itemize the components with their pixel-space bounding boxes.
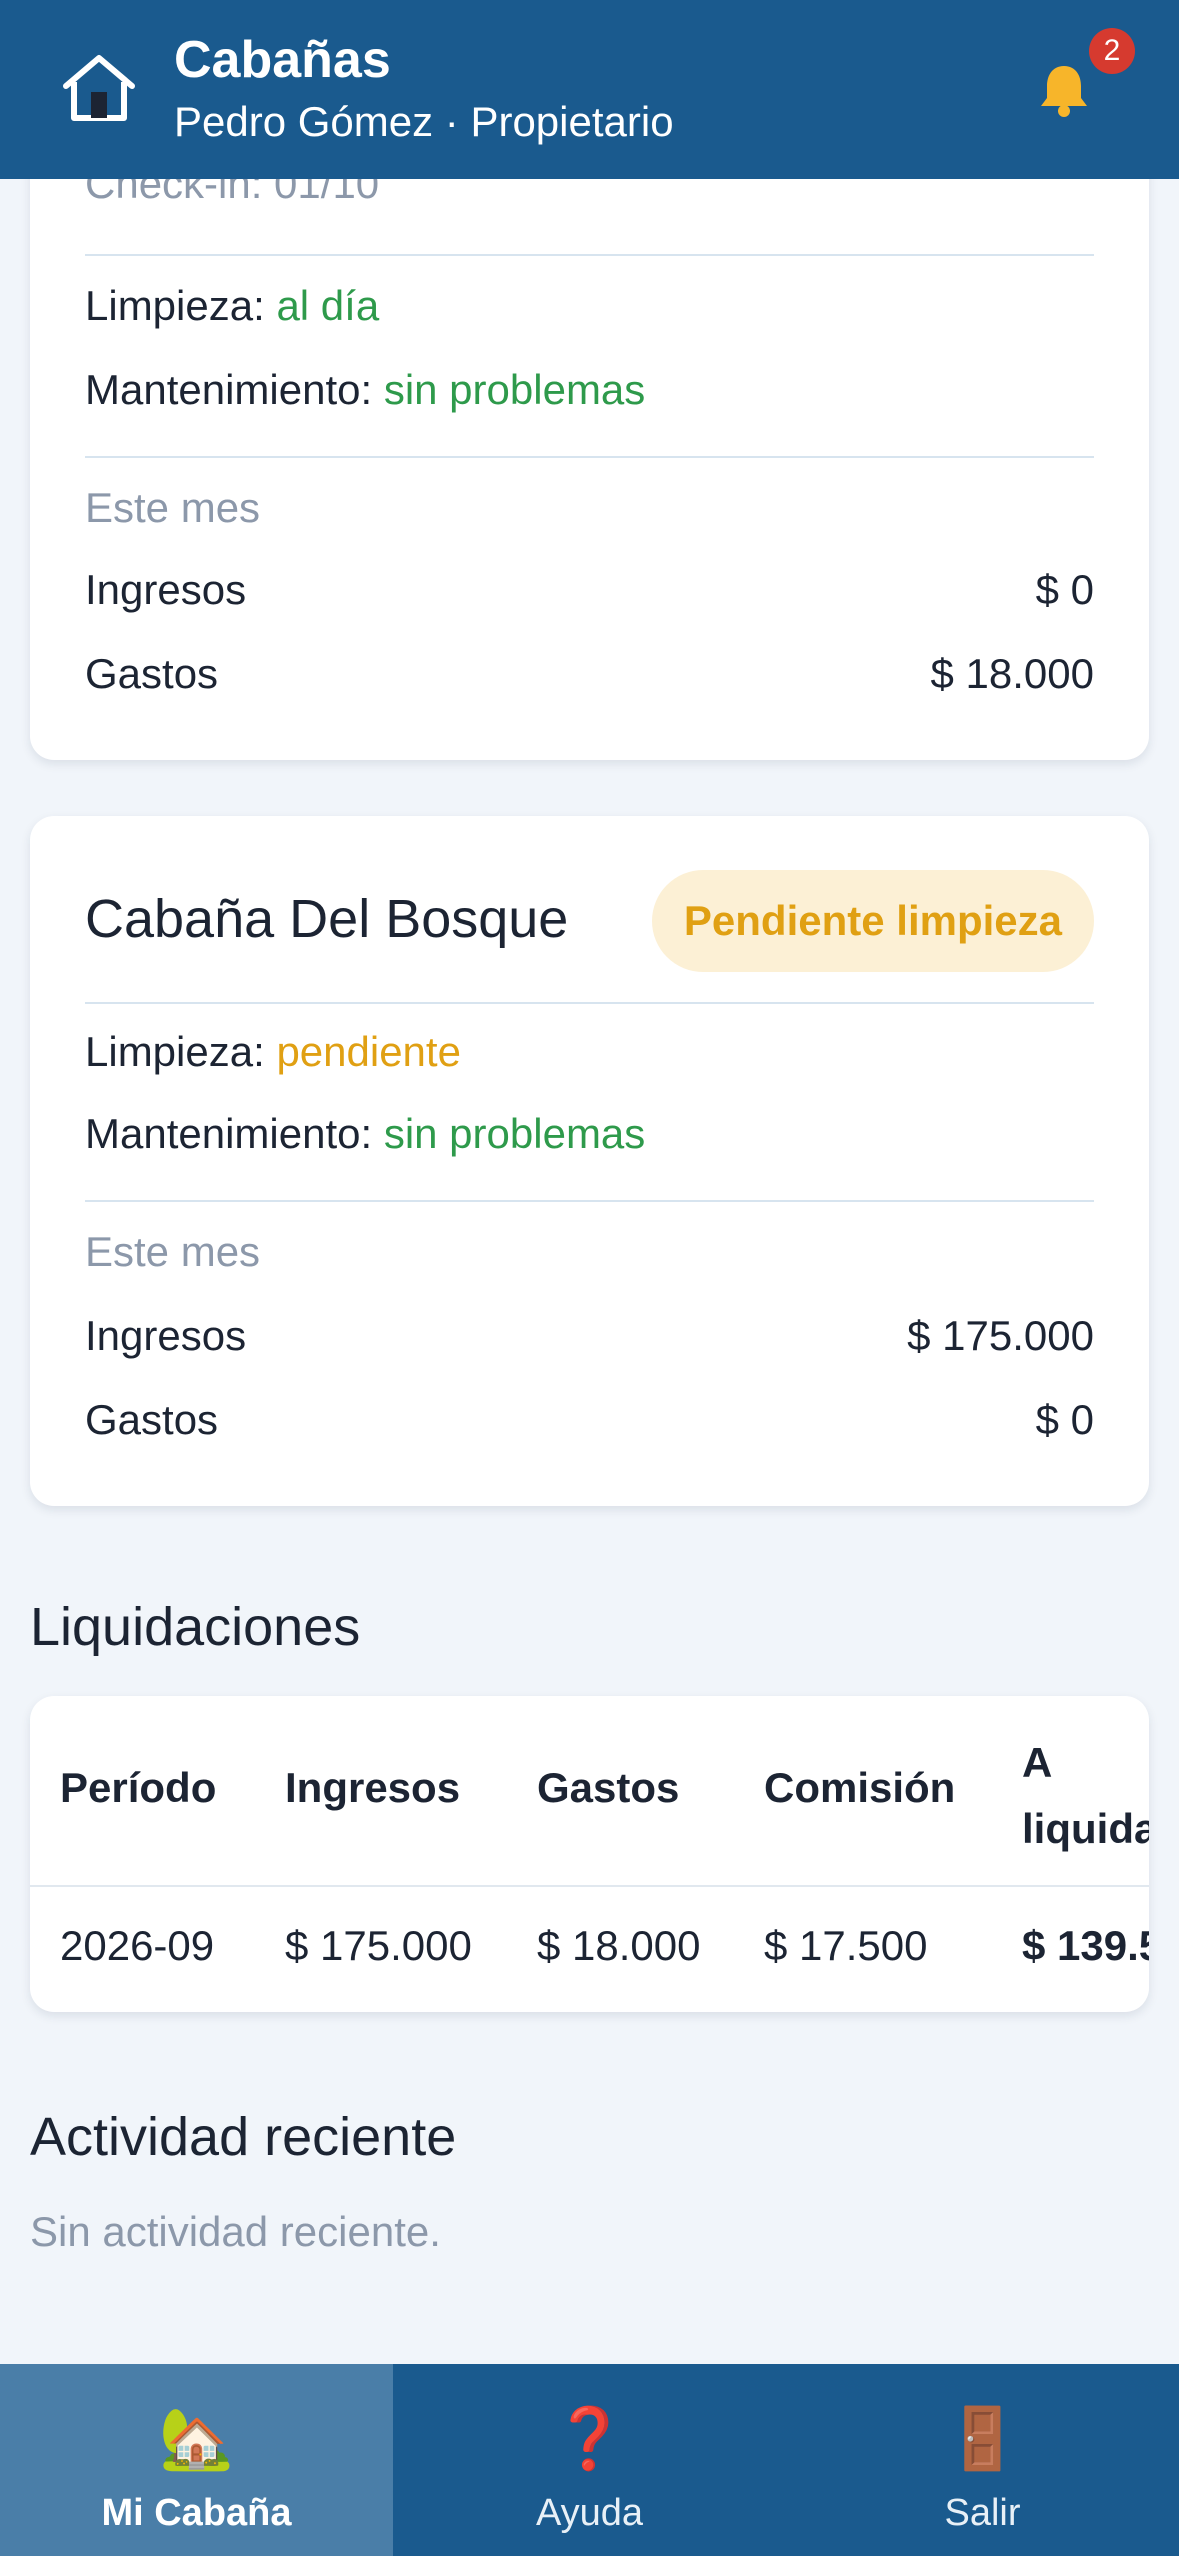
col-header-expenses: Gastos (537, 1764, 680, 1811)
cleaning-label: Limpieza: (85, 1028, 265, 1075)
income-label: Ingresos (85, 566, 247, 613)
expenses-label: Gastos (85, 650, 219, 697)
table-cell-commission: $ 17.500 (764, 1922, 928, 1969)
maintenance-value: sin problemas (383, 366, 646, 413)
col-header-income: Ingresos (285, 1764, 461, 1811)
settlements-title: Liquidaciones (30, 1597, 361, 1657)
table-cell-expenses: $ 18.000 (537, 1922, 701, 1969)
divider (85, 456, 1094, 458)
cleaning-status: Limpieza: al día (85, 282, 1094, 330)
maintenance-status: Mantenimiento: sin problemas (85, 1110, 1094, 1158)
nav-label: Ayuda (535, 2492, 644, 2534)
user-subtitle: Pedro Gómez · Propietario (174, 98, 674, 145)
col-header-period: Período (60, 1764, 217, 1811)
question-icon: ❓ (552, 2405, 627, 2472)
income-value: $ 175.000 (907, 1312, 1094, 1359)
cleaning-status: Limpieza: pendiente (85, 1028, 1094, 1076)
activity-title: Actividad reciente (30, 2107, 457, 2167)
income-label: Ingresos (85, 1312, 247, 1359)
door-icon: 🚪 (945, 2405, 1020, 2472)
notification-badge[interactable]: 2 (1089, 28, 1135, 74)
table-cell-period: 2026-09 (60, 1922, 215, 1969)
home-icon[interactable] (60, 52, 138, 124)
expenses-value: $ 0 (1035, 1396, 1094, 1443)
col-header-to-settle: A liquidar (1022, 1739, 1149, 1852)
period-label: Este mes (85, 1228, 261, 1275)
income-row: Ingresos $ 0 (85, 566, 1094, 614)
expenses-row: Gastos $ 18.000 (85, 650, 1094, 698)
settlements-table[interactable]: Período Ingresos Gastos Comisión A liqui… (30, 1696, 1149, 2012)
table-divider (30, 1885, 1149, 1887)
activity-empty: Sin actividad reciente. (30, 2208, 441, 2255)
nav-item-salir[interactable]: 🚪 Salir (786, 2364, 1179, 2556)
cabin-card-2[interactable]: Cabaña Del Bosque Pendiente limpieza Lim… (30, 816, 1149, 1506)
cleaning-value: al día (276, 282, 380, 329)
maintenance-status: Mantenimiento: sin problemas (85, 366, 1094, 414)
cleaning-value: pendiente (276, 1028, 461, 1075)
cabin-name: Cabaña Del Bosque (85, 889, 569, 949)
nav-label: Mi Cabaña (101, 2492, 292, 2534)
income-row: Ingresos $ 175.000 (85, 1312, 1094, 1360)
divider (85, 254, 1094, 256)
app-title: Cabañas (174, 31, 391, 89)
maintenance-value: sin problemas (383, 1110, 646, 1157)
maintenance-label: Mantenimiento: (85, 1110, 373, 1157)
income-value: $ 0 (1035, 566, 1094, 613)
table-cell-to-settle: $ 139.500 (1022, 1922, 1149, 1969)
cleaning-label: Limpieza: (85, 282, 265, 329)
divider (85, 1002, 1094, 1004)
house-icon: 🏡 (159, 2405, 234, 2472)
bell-icon[interactable] (1038, 62, 1090, 118)
app-header: Cabañas Pedro Gómez · Propietario 2 (0, 0, 1179, 179)
maintenance-label: Mantenimiento: (85, 366, 373, 413)
nav-label: Salir (944, 2492, 1021, 2534)
cabin-card-1: Check-in: 01/10 Limpieza: al día Manteni… (30, 110, 1149, 760)
divider (85, 1200, 1094, 1202)
period-label: Este mes (85, 484, 261, 531)
expenses-value: $ 18.000 (930, 650, 1095, 697)
expenses-row: Gastos $ 0 (85, 1396, 1094, 1444)
expenses-label: Gastos (85, 1396, 219, 1443)
col-header-commission: Comisión (764, 1764, 956, 1811)
table-cell-income: $ 175.000 (285, 1922, 472, 1969)
nav-item-mi-cabana[interactable]: 🏡 Mi Cabaña (0, 2364, 393, 2556)
status-badge: Pendiente limpieza (651, 870, 1094, 972)
bottom-nav: 🏡 Mi Cabaña ❓ Ayuda 🚪 Salir (0, 2364, 1179, 2556)
nav-item-ayuda[interactable]: ❓ Ayuda (393, 2364, 786, 2556)
